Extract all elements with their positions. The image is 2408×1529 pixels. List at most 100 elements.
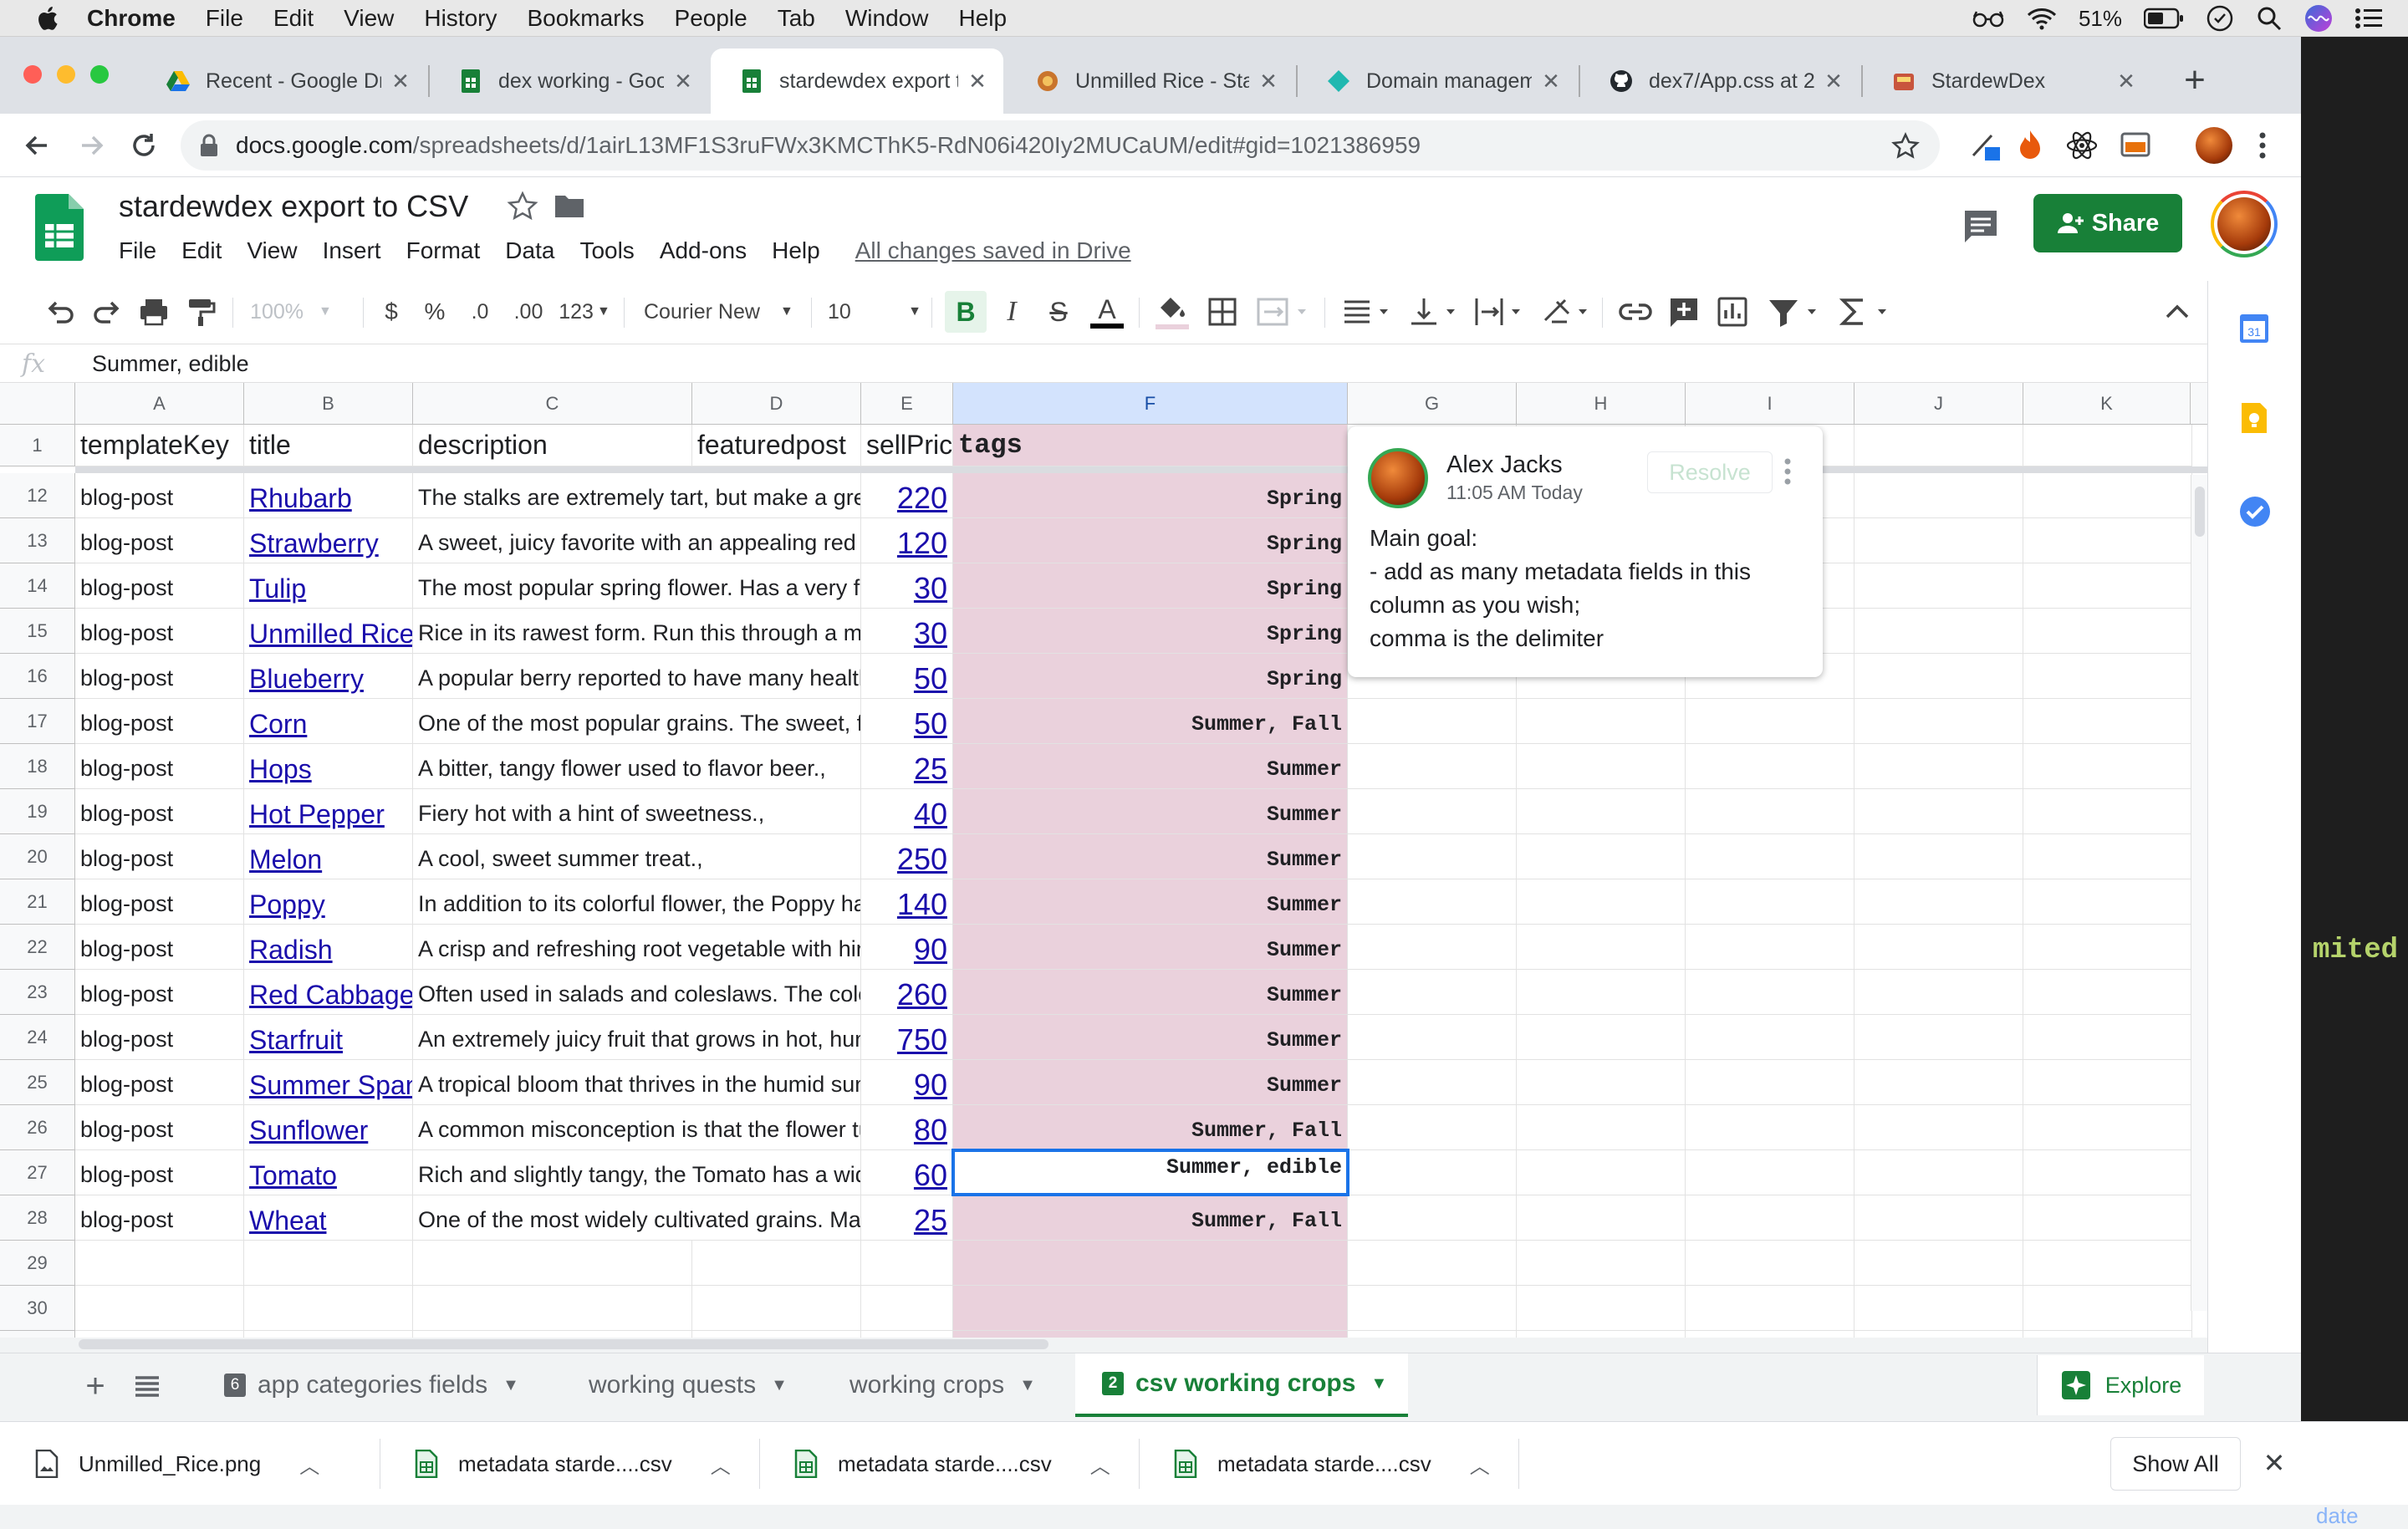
reload-icon[interactable]: [129, 130, 159, 161]
empty-cell[interactable]: [413, 1286, 692, 1331]
cell-tags[interactable]: Spring: [953, 518, 1348, 563]
row-header-24[interactable]: 24: [0, 1015, 75, 1060]
empty-cell[interactable]: [413, 1331, 692, 1338]
row-header-22[interactable]: 22: [0, 925, 75, 970]
empty-cell[interactable]: [692, 1331, 861, 1338]
row-header-13[interactable]: 13: [0, 518, 75, 563]
chevron-down-icon[interactable]: ▼: [503, 1376, 519, 1395]
menu-chrome[interactable]: Chrome: [87, 5, 176, 32]
row-header-21[interactable]: 21: [0, 879, 75, 925]
vertical-scroll-thumb[interactable]: [2195, 487, 2205, 537]
download-item-csv-1[interactable]: metadata starde....csv ︿: [415, 1422, 731, 1506]
zoom-select[interactable]: 100% ▼: [249, 291, 333, 333]
chevron-down-icon[interactable]: ▼: [771, 1376, 788, 1395]
cell-desc[interactable]: A common misconception is that the flowe…: [413, 1105, 861, 1150]
cell-tags[interactable]: Summer: [953, 789, 1348, 834]
cell-key[interactable]: blog-post: [75, 789, 244, 834]
borders-icon[interactable]: [1206, 291, 1239, 333]
empty-cell[interactable]: [1686, 789, 1854, 834]
empty-cell[interactable]: [2023, 879, 2192, 925]
menu-help[interactable]: Help: [958, 5, 1007, 32]
chrome-menu-icon[interactable]: [2258, 130, 2268, 161]
empty-cell[interactable]: [1686, 1060, 1854, 1105]
header-cell[interactable]: featuredpost: [692, 425, 861, 466]
empty-cell[interactable]: [1348, 1150, 1517, 1195]
empty-cell[interactable]: [2023, 609, 2192, 654]
empty-cell[interactable]: [1854, 1331, 2023, 1338]
comment-more-icon[interactable]: [1783, 456, 1793, 487]
empty-cell[interactable]: [1854, 425, 2023, 466]
keep-icon[interactable]: [2238, 401, 2270, 435]
cell-price[interactable]: 220: [861, 473, 953, 518]
empty-cell[interactable]: [953, 1286, 1348, 1331]
menu-edit[interactable]: Edit: [273, 5, 314, 32]
comments-icon[interactable]: [1962, 207, 2000, 246]
cell-desc[interactable]: Fiery hot with a hint of sweetness.,: [413, 789, 861, 834]
menu-tools[interactable]: Tools: [579, 237, 634, 264]
cell-title[interactable]: Tomato: [244, 1150, 413, 1195]
cell-key[interactable]: blog-post: [75, 1060, 244, 1105]
row-header-26[interactable]: 26: [0, 1105, 75, 1150]
empty-cell[interactable]: [1348, 1241, 1517, 1286]
column-header-b[interactable]: B: [244, 383, 413, 425]
cell-key[interactable]: blog-post: [75, 609, 244, 654]
empty-cell[interactable]: [1517, 1331, 1686, 1338]
empty-cell[interactable]: [1517, 1241, 1686, 1286]
empty-cell[interactable]: [2023, 699, 2192, 744]
empty-cell[interactable]: [1348, 789, 1517, 834]
empty-cell[interactable]: [861, 1331, 953, 1338]
vertical-scrollbar[interactable]: [2191, 475, 2207, 1311]
apple-logo-icon[interactable]: [33, 3, 64, 33]
clock-check-icon[interactable]: [2206, 4, 2234, 33]
cell-key[interactable]: blog-post: [75, 834, 244, 879]
horizontal-align-icon[interactable]: [1341, 291, 1395, 333]
row-header-16[interactable]: 16: [0, 654, 75, 699]
empty-cell[interactable]: [1854, 1105, 2023, 1150]
empty-cell[interactable]: [1517, 925, 1686, 970]
row-header-19[interactable]: 19: [0, 789, 75, 834]
cell-desc[interactable]: The most popular spring flower. Has a ve…: [413, 563, 861, 609]
menu-insert[interactable]: Insert: [323, 237, 381, 264]
empty-cell[interactable]: [1348, 1195, 1517, 1241]
cell-desc[interactable]: A crisp and refreshing root vegetable wi…: [413, 925, 861, 970]
cell-price[interactable]: 80: [861, 1105, 953, 1150]
empty-cell[interactable]: [1854, 518, 2023, 563]
empty-cell[interactable]: [1686, 1331, 1854, 1338]
menu-data[interactable]: Data: [505, 237, 554, 264]
menu-help[interactable]: Help: [772, 237, 820, 264]
decrease-decimal-button[interactable]: .0: [462, 291, 498, 333]
cell-title[interactable]: Corn: [244, 699, 413, 744]
tab-close-icon[interactable]: ✕: [390, 69, 411, 94]
cell-price[interactable]: 30: [861, 609, 953, 654]
column-header-g[interactable]: G: [1348, 383, 1517, 425]
chevron-up-icon[interactable]: ︿: [1470, 1450, 1490, 1479]
download-item-csv-2[interactable]: metadata starde....csv ︿: [794, 1422, 1110, 1506]
download-item-csv-3[interactable]: metadata starde....csv ︿: [1174, 1422, 1490, 1506]
empty-cell[interactable]: [1686, 879, 1854, 925]
extension-fire-icon[interactable]: [2015, 129, 2045, 162]
empty-cell[interactable]: [2023, 1195, 2192, 1241]
notification-center-icon[interactable]: [2354, 7, 2383, 30]
text-rotation-icon[interactable]: [1540, 291, 1594, 333]
empty-cell[interactable]: [1517, 1015, 1686, 1060]
column-header-e[interactable]: E: [861, 383, 953, 425]
empty-cell[interactable]: [2023, 744, 2192, 789]
tab-close-icon[interactable]: ✕: [967, 69, 988, 94]
cell-desc[interactable]: A cool, sweet summer treat.,: [413, 834, 861, 879]
row-header-12[interactable]: 12: [0, 473, 75, 518]
column-header-k[interactable]: K: [2023, 383, 2191, 425]
cell-title[interactable]: Blueberry: [244, 654, 413, 699]
tab-close-icon[interactable]: ✕: [2115, 69, 2137, 94]
empty-cell[interactable]: [1517, 970, 1686, 1015]
empty-cell[interactable]: [244, 1241, 413, 1286]
empty-cell[interactable]: [1854, 1150, 2023, 1195]
sheet-tab-working-quests[interactable]: working quests ▼: [562, 1353, 819, 1417]
empty-cell[interactable]: [2023, 1286, 2192, 1331]
menu-people[interactable]: People: [675, 5, 747, 32]
empty-cell[interactable]: [1854, 699, 2023, 744]
cell-tags[interactable]: Summer, Fall: [953, 1105, 1348, 1150]
tab-domain-management[interactable]: Domain managemen ✕: [1298, 48, 1577, 114]
cell-title[interactable]: Melon: [244, 834, 413, 879]
cell-key[interactable]: blog-post: [75, 970, 244, 1015]
cell-tags[interactable]: Summer, edible: [953, 1150, 1348, 1195]
